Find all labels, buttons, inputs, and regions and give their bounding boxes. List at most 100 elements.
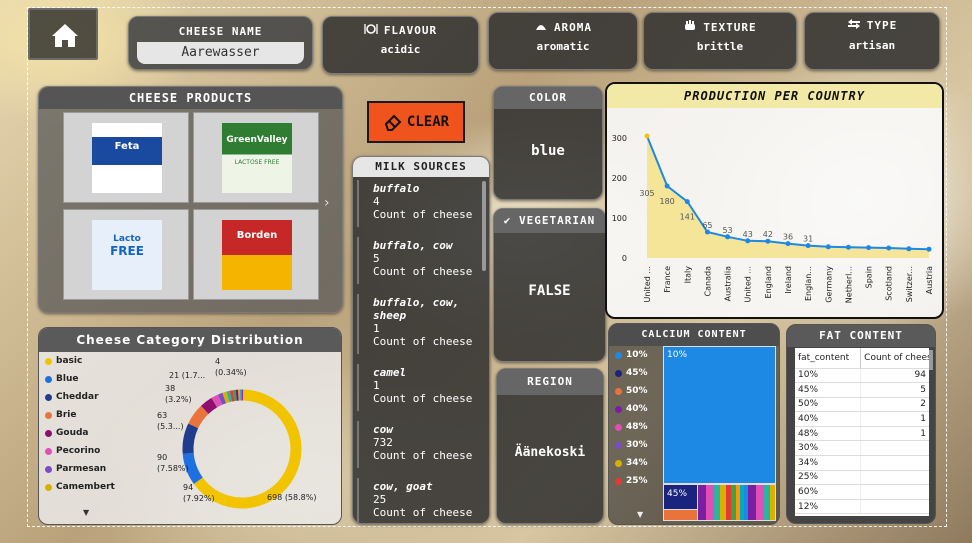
- donut-slice[interactable]: [229, 390, 235, 402]
- region-filter[interactable]: REGION Äänekoski: [496, 368, 604, 524]
- color-filter[interactable]: COLOR blue: [493, 86, 603, 200]
- list-item[interactable]: buffalo, cow 5 Count of cheese: [357, 237, 479, 284]
- table-row[interactable]: 60%: [795, 484, 929, 500]
- table-cell: 5: [860, 382, 929, 398]
- treemap-cell[interactable]: 10%: [664, 347, 775, 483]
- data-label: 65: [702, 221, 712, 230]
- list-item[interactable]: buffalo, cow, sheep 1 Count of cheese: [357, 294, 479, 354]
- donut-slice[interactable]: [188, 405, 209, 429]
- aroma-value: aromatic: [536, 40, 590, 53]
- data-label: 180: [660, 197, 675, 206]
- product-image: GreenValley LACTOSE FREE: [222, 123, 292, 193]
- table-cell: 10%: [795, 368, 862, 384]
- table-row[interactable]: 12%: [795, 499, 929, 515]
- legend-item[interactable]: 30%: [615, 436, 665, 454]
- legend-dot: [615, 351, 622, 359]
- donut-slice[interactable]: [182, 452, 203, 484]
- table-cell: 48%: [795, 426, 862, 442]
- data-point: [725, 234, 731, 240]
- table-cell: 25%: [795, 470, 862, 486]
- product-tile[interactable]: GreenValley LACTOSE FREE: [193, 112, 319, 203]
- list-item[interactable]: cow 732 Count of cheese: [357, 421, 479, 468]
- flavour-filter[interactable]: FLAVOUR acidic: [322, 16, 479, 74]
- scrollbar[interactable]: [482, 181, 486, 271]
- vegetarian-filter[interactable]: ✔ VEGETARIAN FALSE: [493, 208, 606, 362]
- color-label: COLOR: [494, 87, 602, 109]
- product-tile[interactable]: Feta: [63, 112, 189, 203]
- next-arrow-icon[interactable]: ›: [324, 195, 330, 211]
- donut-slice[interactable]: [217, 392, 227, 405]
- legend-expand-icon[interactable]: ▼: [83, 508, 89, 517]
- column-header[interactable]: fat_content: [795, 348, 862, 369]
- legend-item[interactable]: 10%: [615, 346, 665, 364]
- donut-slice[interactable]: [226, 390, 233, 403]
- table-row[interactable]: 48% 1: [795, 426, 929, 442]
- donut-slice[interactable]: [193, 389, 302, 509]
- milk-source-name: buffalo, cow, sheep: [373, 296, 460, 322]
- legend-item[interactable]: 25%: [615, 472, 665, 490]
- fat-table-container: fat_content Count of chees 10% 94 45% 5 50% 2…: [795, 348, 929, 516]
- x-tick-label: Germany: [824, 266, 833, 303]
- treemap-cell[interactable]: 45%: [664, 485, 697, 509]
- clear-button[interactable]: CLEAR: [367, 101, 465, 143]
- donut-slice[interactable]: [182, 423, 199, 454]
- calcium-title: CALCIUM CONTENT: [609, 324, 779, 346]
- table-row[interactable]: 50% 2: [795, 397, 929, 413]
- x-tick-label: Scotland: [885, 266, 894, 301]
- aroma-filter[interactable]: AROMA aromatic: [488, 12, 638, 70]
- slice-label: 38: [165, 384, 175, 393]
- scrollbar[interactable]: [929, 350, 933, 370]
- y-tick-label: 0: [622, 254, 627, 263]
- legend-item[interactable]: 50%: [615, 382, 665, 400]
- column-header[interactable]: Count of chees: [860, 348, 929, 369]
- cheese-name-label: CHEESE NAME: [178, 25, 263, 38]
- legend-expand-icon[interactable]: ▼: [637, 510, 643, 519]
- legend-item[interactable]: 40%: [615, 400, 665, 418]
- home-button[interactable]: [28, 8, 98, 60]
- table-cell: 34%: [795, 455, 862, 471]
- treemap: 10% 45%: [663, 346, 776, 521]
- y-tick-label: 200: [612, 174, 627, 183]
- data-label: 36: [783, 233, 793, 242]
- donut-chart: 4 (0.34%) 21 (1.7... 38 (3.2%) 63 (5.3...) 90 (7…: [157, 357, 316, 509]
- table-row[interactable]: 45% 5: [795, 382, 929, 398]
- list-item[interactable]: buffalo 4 Count of cheese: [357, 180, 479, 227]
- legend-dot: [615, 459, 622, 467]
- legend-item[interactable]: 45%: [615, 364, 665, 382]
- table-row[interactable]: 10% 94: [795, 368, 929, 384]
- legend-item[interactable]: 48%: [615, 418, 665, 436]
- slice-label: 21 (1.7...: [169, 371, 205, 380]
- donut-slice[interactable]: [200, 397, 218, 414]
- data-point: [825, 244, 831, 250]
- type-label: TYPE: [866, 19, 898, 32]
- milk-sources-panel: MILK SOURCES buffalo 4 Count of cheese buff…: [352, 156, 490, 524]
- legend-item[interactable]: 34%: [615, 454, 665, 472]
- milk-source-name: camel: [373, 366, 407, 379]
- cheese-name-value[interactable]: Aarewasser: [137, 42, 304, 64]
- cheese-name-filter[interactable]: CHEESE NAME Aarewasser: [128, 16, 313, 70]
- milk-source-name: cow, goat: [373, 480, 433, 493]
- milk-source-count: 1: [373, 379, 380, 392]
- product-tile[interactable]: Borden: [193, 209, 319, 300]
- list-item[interactable]: cow, goat 25 Count of cheese: [357, 478, 479, 523]
- legend-label: 45%: [626, 368, 648, 378]
- table-row[interactable]: 25%: [795, 470, 929, 486]
- donut-slice[interactable]: [222, 391, 230, 404]
- table-row[interactable]: 30%: [795, 440, 929, 457]
- table-row[interactable]: 34%: [795, 455, 929, 471]
- legend-dot: [615, 441, 622, 449]
- list-item[interactable]: camel 1 Count of cheese: [357, 364, 479, 411]
- legend-dot: [615, 405, 622, 413]
- donut-slice[interactable]: [211, 394, 223, 408]
- x-tick-label: Canada: [703, 266, 712, 297]
- texture-filter[interactable]: TEXTURE brittle: [643, 12, 797, 70]
- milk-source-measure: Count of cheese: [373, 335, 473, 348]
- x-tick-label: United ...: [744, 266, 753, 302]
- pie-title: Cheese Category Distribution: [39, 328, 341, 352]
- product-tile[interactable]: Lacto FREE: [63, 209, 189, 300]
- table-row[interactable]: 40% 1: [795, 411, 929, 427]
- data-point: [805, 243, 811, 249]
- vegetarian-header: ✔ VEGETARIAN: [494, 209, 605, 233]
- data-label: 141: [680, 213, 695, 222]
- type-filter[interactable]: TYPE artisan: [804, 12, 940, 70]
